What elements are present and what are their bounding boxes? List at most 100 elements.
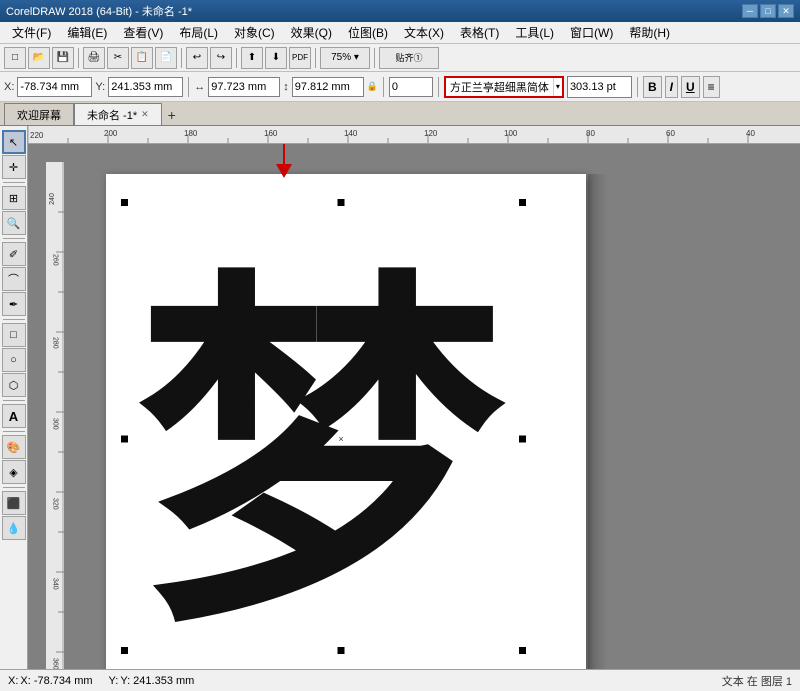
import-button[interactable]: ⬆ [241,47,263,69]
document-page: × 梦 [106,174,586,669]
italic-button[interactable]: I [665,76,678,98]
canvas-area[interactable]: 220 200 180 160 140 120 100 [28,126,800,669]
svg-text:280: 280 [52,337,59,349]
menu-item-t[interactable]: 表格(T) [452,22,507,43]
w-input[interactable] [208,77,280,97]
status-info: 文本 在 图层 1 [722,673,792,689]
cut-button[interactable]: ✂ [107,47,129,69]
svg-text:160: 160 [264,129,278,138]
font-size-input[interactable] [567,76,632,98]
zoom-dropdown[interactable]: 75% ▾ [320,47,370,69]
sep5 [374,48,375,68]
ruler-horizontal: 220 200 180 160 140 120 100 [28,126,800,144]
document-tab[interactable]: 未命名 -1* ✕ [74,103,162,125]
menu-item-x[interactable]: 文本(X) [396,22,452,43]
svg-text:100: 100 [504,129,518,138]
menu-item-e[interactable]: 编辑(E) [59,22,115,43]
canvas-container[interactable]: 240 260 280 300 320 340 [46,144,800,669]
svg-text:60: 60 [666,129,675,138]
menu-item-h[interactable]: 帮助(H) [621,22,678,43]
menu-item-v[interactable]: 查看(V) [115,22,171,43]
bold-button[interactable]: B [643,76,662,98]
snap-button[interactable]: 贴齐① [379,47,439,69]
fill-tool[interactable]: 🎨 [2,435,26,459]
underline-button[interactable]: U [681,76,700,98]
arrow-shaft [283,144,285,164]
ruler-v-svg: 240 260 280 300 320 340 [46,162,64,669]
menu-item-l[interactable]: 布局(L) [171,22,226,43]
tool-sep4 [3,400,25,401]
pen-tool[interactable]: ✒ [2,292,26,316]
minimize-button[interactable]: ─ [742,4,758,18]
menu-item-w[interactable]: 窗口(W) [562,22,621,43]
rectangle-tool[interactable]: □ [2,323,26,347]
sep-wh [383,77,384,97]
status-x-value: X: -78.734 mm [20,675,92,687]
close-button[interactable]: ✕ [778,4,794,18]
sep-font [637,77,638,97]
x-input[interactable] [17,77,92,97]
font-selector[interactable]: 方正兰亭超细黑简体 ▾ [444,76,564,98]
status-y-label: Y: [109,675,119,687]
menu-item-b[interactable]: 位图(B) [340,22,396,43]
title-bar: CorelDRAW 2018 (64-Bit) - 未命名 -1* ─ □ ✕ [0,0,800,22]
menu-item-l[interactable]: 工具(L) [507,22,562,43]
tool-sep5 [3,431,25,432]
sep-xy [188,77,189,97]
menu-item-f[interactable]: 文件(F) [4,22,59,43]
new-tab-button[interactable]: + [162,105,182,125]
page-shadow-right [588,174,608,669]
align-button[interactable]: ≡ [703,76,720,98]
interactive-fill[interactable]: ◈ [2,460,26,484]
freehand-tool[interactable]: ✐ [2,242,26,266]
tab-close-icon[interactable]: ✕ [141,109,149,120]
select-tool[interactable]: ↖ [2,130,26,154]
paste-button[interactable]: 📄 [155,47,177,69]
node-tool[interactable]: ✛ [2,155,26,179]
ruler-vertical: 240 260 280 300 320 340 [46,162,64,669]
pdf-button[interactable]: PDF [289,47,311,69]
status-coord-y: Y: Y: 241.353 mm [109,675,195,687]
svg-text:360: 360 [52,658,59,669]
svg-text:200: 200 [104,129,118,138]
copy-button[interactable]: 📋 [131,47,153,69]
svg-text:80: 80 [586,129,595,138]
arrow-indicator [276,144,292,178]
ruler-h-svg: 220 200 180 160 140 120 100 [28,126,800,144]
font-dropdown-arrow[interactable]: ▾ [553,78,562,96]
new-button[interactable]: □ [4,47,26,69]
maximize-button[interactable]: □ [760,4,776,18]
angle-input[interactable] [389,77,433,97]
arrow-head [276,164,292,178]
print-button[interactable]: 🖨 [83,47,105,69]
zoom-tool[interactable]: 🔍 [2,211,26,235]
polygon-tool[interactable]: ⬡ [2,373,26,397]
menu-item-c[interactable]: 对象(C) [226,22,283,43]
smart-fill[interactable]: ⬛ [2,491,26,515]
undo-button[interactable]: ↩ [186,47,208,69]
redo-button[interactable]: ↪ [210,47,232,69]
open-button[interactable]: 📂 [28,47,50,69]
lock-icon[interactable]: 🔒 [367,81,378,92]
welcome-tab[interactable]: 欢迎屏幕 [4,103,74,125]
svg-text:300: 300 [52,418,59,430]
sep4 [315,48,316,68]
h-input[interactable] [292,77,364,97]
svg-text:320: 320 [52,498,59,510]
tool-sep1 [3,182,25,183]
svg-text:260: 260 [52,254,59,266]
y-input[interactable] [108,77,183,97]
sep2 [181,48,182,68]
bezier-tool[interactable]: ⌒ [2,267,26,291]
eyedropper-tool[interactable]: 💧 [2,516,26,540]
crop-tool[interactable]: ⊞ [2,186,26,210]
ellipse-tool[interactable]: ○ [2,348,26,372]
tab-bar: 欢迎屏幕 未命名 -1* ✕ + [0,102,800,126]
status-bar: X: X: -78.734 mm Y: Y: 241.353 mm 文本 在 图… [0,669,800,691]
main-area: ↖ ✛ ⊞ 🔍 ✐ ⌒ ✒ □ ○ ⬡ A 🎨 ◈ ⬛ 💧 220 [0,126,800,669]
export-button[interactable]: ⬇ [265,47,287,69]
text-tool[interactable]: A [2,404,26,428]
sep-angle [438,77,439,97]
menu-item-q[interactable]: 效果(Q) [283,22,340,43]
save-button[interactable]: 💾 [52,47,74,69]
